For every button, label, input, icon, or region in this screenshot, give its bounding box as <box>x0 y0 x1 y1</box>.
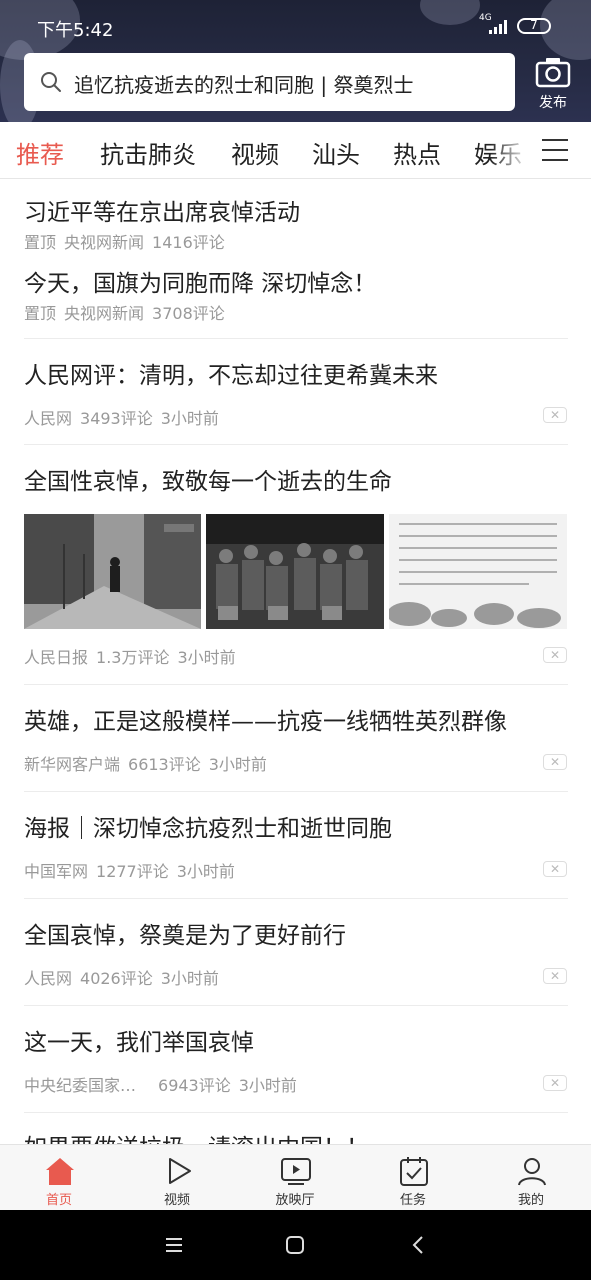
item-meta: 新华网客户端 6613评论 3小时前 <box>24 751 275 775</box>
publish-label: 发布 <box>539 95 567 111</box>
time-ago: 3小时前 <box>160 969 219 988</box>
nav-label: 任务 <box>399 1193 426 1208</box>
comment-count: 6943评论 <box>158 1076 231 1095</box>
source: 新华网客户端 <box>24 755 121 774</box>
divider <box>24 1112 568 1113</box>
tab-video[interactable]: 视频 <box>231 135 279 170</box>
tab-recommend[interactable]: 推荐 <box>16 135 64 170</box>
pinned-tag: 置顶 <box>24 304 57 323</box>
item-meta: 中国军网 1277评论 3小时前 <box>24 858 243 882</box>
time-ago: 3小时前 <box>177 648 236 667</box>
item-meta: 中央纪委国家… 6943评论 3小时前 <box>24 1072 305 1096</box>
source: 人民网 <box>24 969 73 988</box>
source: 央视网新闻 <box>64 304 145 323</box>
camera-icon <box>535 58 571 88</box>
dismiss-icon[interactable]: ✕ <box>543 1075 567 1091</box>
divider <box>24 898 568 899</box>
signal-icon <box>489 18 511 34</box>
headline[interactable]: 这一天，我们举国哀悼 <box>24 1023 254 1057</box>
source: 央视网新闻 <box>64 233 145 252</box>
source: 中国军网 <box>24 862 89 881</box>
dismiss-icon[interactable]: ✕ <box>543 861 567 877</box>
battery-level: 7 <box>530 18 538 32</box>
search-bar[interactable]: 追忆抗疫逝去的烈士和同胞 | 祭奠烈士 <box>24 53 515 111</box>
item-meta: 人民网 3493评论 3小时前 <box>24 405 227 429</box>
comment-count: 1.3万评论 <box>96 648 170 667</box>
publish-button[interactable]: 发布 <box>532 56 574 112</box>
nav-label: 视频 <box>163 1193 190 1208</box>
thumbnail-street[interactable] <box>24 514 201 629</box>
back-icon[interactable] <box>408 1234 430 1256</box>
pinned-tag: 置顶 <box>24 233 57 252</box>
source: 中央纪委国家… <box>24 1076 137 1095</box>
divider <box>24 791 568 792</box>
headline[interactable]: 人民网评：清明，不忘却过往更希冀未来 <box>24 356 438 390</box>
time-ago: 3小时前 <box>208 755 267 774</box>
dismiss-icon[interactable]: ✕ <box>543 754 567 770</box>
nav-tasks[interactable]: 任务 <box>354 1145 472 1211</box>
item-meta: 置顶 央视网新闻 1416评论 <box>24 229 233 253</box>
tab-hot[interactable]: 热点 <box>393 135 441 170</box>
item-meta: 人民日报 1.3万评论 3小时前 <box>24 644 244 668</box>
bottom-nav: 首页 视频 放映厅 任务 我的 <box>0 1144 591 1211</box>
status-bar: 下午5:42 4G 7 <box>0 0 591 50</box>
tab-shantou[interactable]: 汕头 <box>312 135 360 170</box>
comment-count: 3493评论 <box>80 409 153 428</box>
headline[interactable]: 习近平等在京出席哀悼活动 <box>24 193 300 227</box>
item-meta: 置顶 央视网新闻 3708评论 <box>24 300 233 324</box>
headline[interactable]: 今天，国旗为同胞而降 深切悼念！ <box>24 264 376 298</box>
time-ago: 3小时前 <box>160 409 219 428</box>
headline[interactable]: 全国哀悼，祭奠是为了更好前行 <box>24 916 346 950</box>
source: 人民网 <box>24 409 73 428</box>
tab-fight-pneumonia[interactable]: 抗击肺炎 <box>100 135 196 170</box>
headline[interactable]: 英雄，正是这般模样——抗疫一线牺牲英烈群像 <box>24 702 507 736</box>
comment-count: 1277评论 <box>96 862 169 881</box>
user-icon <box>518 1158 546 1186</box>
menu-icon[interactable] <box>542 139 568 161</box>
time-ago: 3小时前 <box>238 1076 297 1095</box>
tab-fade <box>490 122 530 178</box>
battery-icon: 7 <box>517 18 551 34</box>
home-button-icon[interactable] <box>284 1234 306 1256</box>
dismiss-icon[interactable]: ✕ <box>543 968 567 984</box>
search-icon <box>41 72 61 92</box>
system-nav-bar <box>0 1210 591 1280</box>
search-hint: 追忆抗疫逝去的烈士和同胞 | 祭奠烈士 <box>74 73 414 97</box>
comment-count: 6613评论 <box>128 755 201 774</box>
nav-home[interactable]: 首页 <box>0 1145 118 1211</box>
item-meta: 人民网 4026评论 3小时前 <box>24 965 227 989</box>
top-header: 下午5:42 4G 7 追忆抗疫逝去的烈士和同胞 | 祭奠烈士 发布 <box>0 0 591 122</box>
comment-count: 3708评论 <box>152 304 225 323</box>
headline[interactable]: 全国性哀悼，致敬每一个逝去的生命 <box>24 462 392 496</box>
dismiss-icon[interactable]: ✕ <box>543 647 567 663</box>
tv-icon <box>281 1158 311 1185</box>
menu-icon[interactable] <box>163 1234 185 1256</box>
status-time: 下午5:42 <box>37 20 114 41</box>
play-icon <box>169 1158 191 1184</box>
source: 人民日报 <box>24 648 89 667</box>
divider <box>24 338 568 339</box>
nav-video[interactable]: 视频 <box>118 1145 236 1211</box>
nav-label: 放映厅 <box>275 1193 315 1208</box>
headline[interactable]: 海报｜深切悼念抗疫烈士和逝世同胞 <box>24 809 392 843</box>
nav-me[interactable]: 我的 <box>472 1145 590 1211</box>
channel-tabs: 推荐 抗击肺炎 视频 汕头 热点 娱乐 <box>0 122 591 179</box>
comment-count: 1416评论 <box>152 233 225 252</box>
divider <box>24 1005 568 1006</box>
time-ago: 3小时前 <box>176 862 235 881</box>
divider <box>24 444 568 445</box>
dismiss-icon[interactable]: ✕ <box>543 407 567 423</box>
home-icon <box>46 1158 74 1185</box>
thumbnail-soldiers[interactable] <box>206 514 384 629</box>
thumbnail-notice[interactable] <box>389 514 567 629</box>
nav-theater[interactable]: 放映厅 <box>236 1145 354 1211</box>
divider <box>24 684 568 685</box>
task-icon <box>400 1157 428 1186</box>
nav-label: 首页 <box>45 1193 72 1208</box>
comment-count: 4026评论 <box>80 969 153 988</box>
nav-label: 我的 <box>517 1193 544 1208</box>
